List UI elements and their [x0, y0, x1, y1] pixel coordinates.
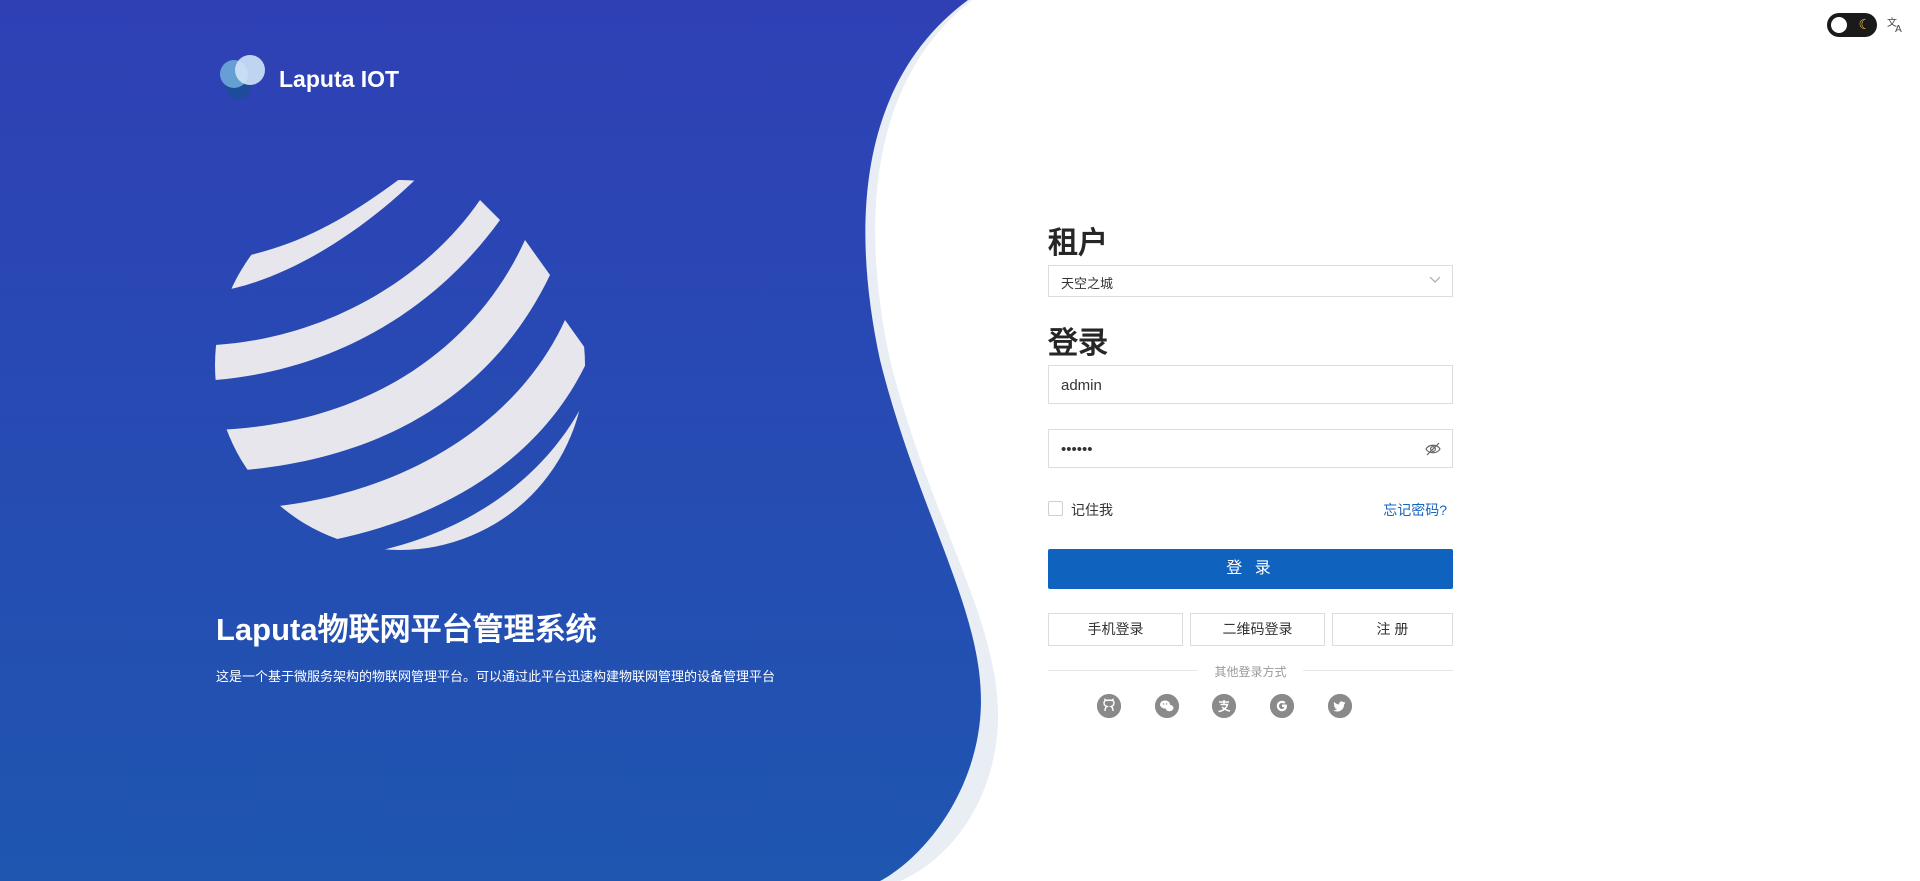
qrcode-login-button[interactable]: 二维码登录	[1190, 613, 1325, 646]
tenant-select[interactable]: 天空之城	[1048, 265, 1453, 297]
alipay-icon[interactable]	[1212, 694, 1236, 718]
moon-icon: ☾	[1858, 17, 1871, 33]
password-input[interactable]: ••••••	[1048, 429, 1453, 468]
username-value: admin	[1061, 377, 1102, 394]
username-input[interactable]: admin	[1048, 365, 1453, 404]
brand-title: Laputa IOT	[279, 66, 400, 92]
toggle-knob	[1831, 17, 1847, 33]
theme-toggle[interactable]: ☾	[1827, 13, 1877, 37]
tenant-select-value: 天空之城	[1061, 276, 1114, 291]
svg-text:A: A	[1895, 24, 1902, 33]
checkbox-box[interactable]	[1048, 501, 1063, 516]
twitter-icon[interactable]	[1328, 694, 1352, 718]
other-login-methods-label: 其他登录方式	[1214, 665, 1287, 679]
login-button[interactable]: 登 录	[1048, 549, 1453, 589]
chevron-down-icon	[1429, 276, 1441, 283]
striped-globe-illustration	[215, 180, 585, 550]
login-title: 登录	[1048, 327, 1108, 360]
tenant-title: 租户	[1048, 227, 1108, 260]
google-icon[interactable]	[1270, 694, 1294, 718]
wechat-icon[interactable]	[1155, 694, 1179, 718]
github-icon[interactable]	[1097, 694, 1121, 718]
laputa-logo-icon	[220, 55, 265, 99]
phone-login-button[interactable]: 手机登录	[1048, 613, 1183, 646]
remember-me-label: 记住我	[1071, 502, 1113, 518]
register-button[interactable]: 注 册	[1332, 613, 1453, 646]
forgot-password-link[interactable]: 忘记密码?	[1383, 500, 1447, 520]
password-value: ••••••	[1061, 441, 1093, 458]
hero-title: Laputa物联网平台管理系统	[216, 612, 597, 647]
translate-icon[interactable]: 文 A	[1887, 15, 1907, 35]
eye-hidden-icon[interactable]	[1424, 440, 1442, 458]
hero-description: 这是一个基于微服务架构的物联网管理平台。可以通过此平台迅速构建物联网管理的设备管…	[216, 669, 776, 684]
